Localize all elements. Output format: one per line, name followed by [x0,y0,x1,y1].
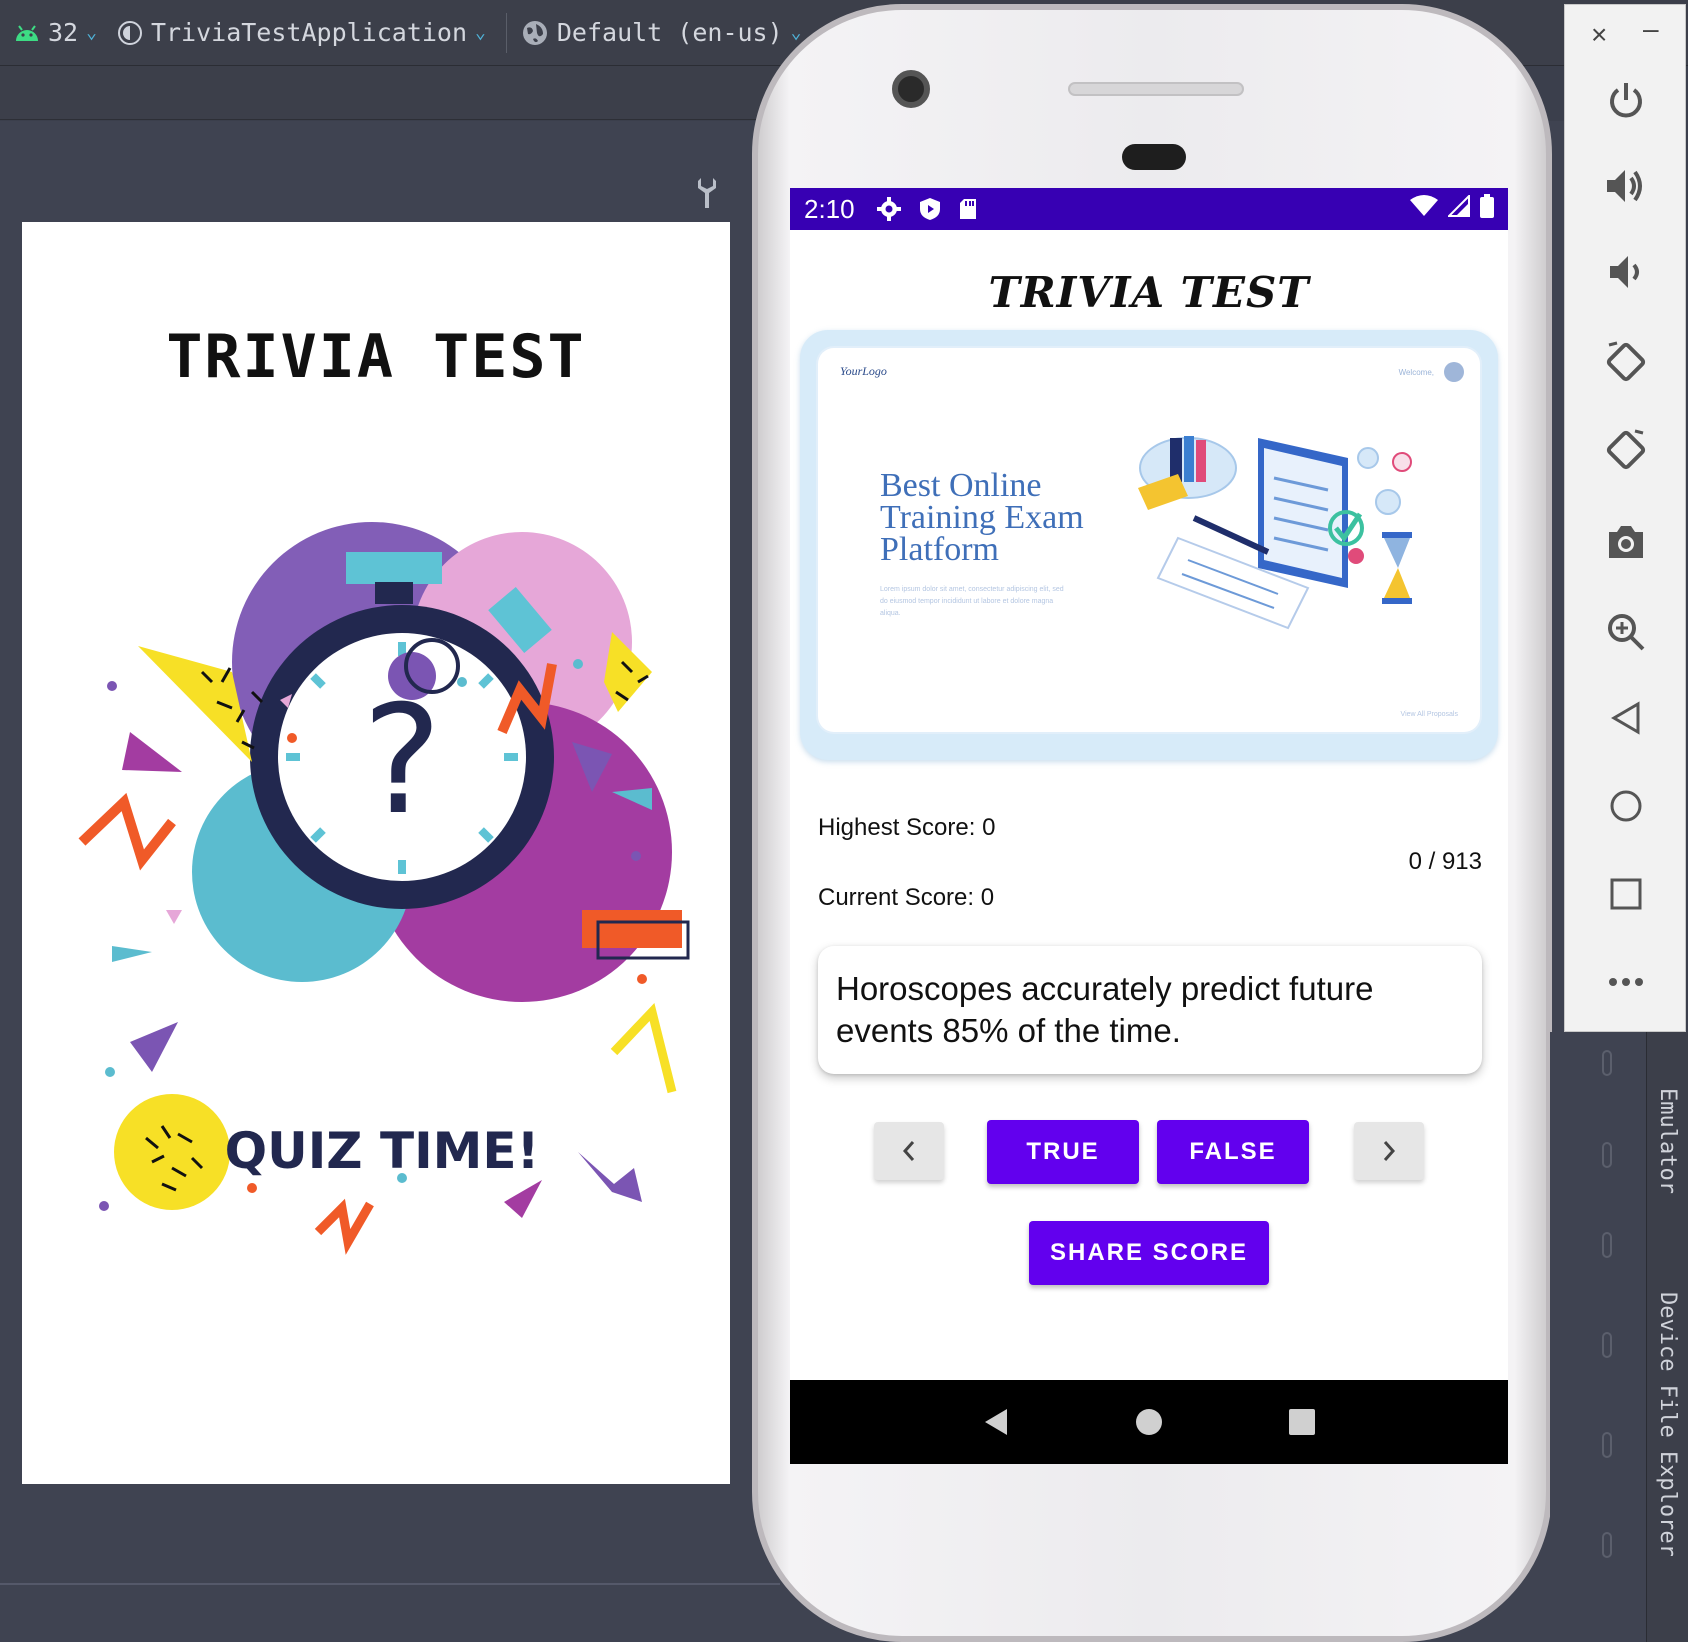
ide-divider [0,1583,780,1585]
layout-preview: TRIVIA TEST ? QUIZ TIME! [22,222,730,1484]
gutter-marker [1602,1332,1612,1358]
back-button[interactable] [1599,691,1653,745]
rotate-right-icon [1606,429,1646,470]
true-button[interactable]: TRUE [987,1120,1139,1184]
camera-icon [1609,526,1643,558]
android-icon [16,24,38,41]
locale-selector[interactable]: Default (en-us) ⌄ [521,18,802,47]
rotate-right-button[interactable] [1599,423,1653,477]
more-icon [1609,978,1643,986]
more-options-button[interactable] [1599,955,1653,1009]
banner-welcome: Welcome, [1398,368,1434,377]
back-triangle-icon [1611,701,1640,735]
power-icon [1610,83,1642,118]
ide-gutter [1550,1032,1646,1642]
earpiece-speaker [1068,82,1244,96]
emulator-tool-tab[interactable]: Emulator [1655,1088,1680,1194]
device-screen: 2:10 TRIVIA TEST YourLogo Welcome, Best … [790,188,1508,1464]
banner-logo: YourLogo [840,364,887,378]
system-navigation-bar [790,1380,1508,1464]
banner-card: YourLogo Welcome, Best Online Training E… [818,348,1480,732]
home-icon[interactable] [1135,1408,1163,1436]
gutter-marker [1602,1432,1612,1458]
sd-card-icon [959,199,976,219]
gutter-marker [1602,1142,1612,1168]
avatar [1444,362,1464,382]
ide-side-tool-strip: Emulator Device File Explorer [1646,1032,1688,1642]
wrench-icon[interactable] [692,176,722,210]
toolbar-divider [505,12,507,53]
quiz-time-label: QUIZ TIME! [225,1122,540,1180]
battery-icon [1480,194,1494,218]
status-time: 2:10 [804,193,855,224]
banner-footer: View All Proposals [1400,711,1458,718]
minimize-icon[interactable]: – [1643,13,1659,45]
app-config-icon [117,20,142,45]
chevron-down-icon: ⌄ [86,22,97,43]
chevron-right-icon [1383,1141,1396,1161]
locale-label: Default (en-us) [556,18,783,47]
ide-secondary-bar [0,66,780,120]
home-button[interactable] [1599,779,1653,833]
app-config-label: TriviaTestApplication [150,18,468,47]
banner-image: YourLogo Welcome, Best Online Training E… [800,330,1498,760]
question-text: Horoscopes accurately predict future eve… [836,970,1374,1049]
gutter-marker [1602,1532,1612,1558]
volume-down-icon [1610,256,1639,288]
gutter-marker [1602,1050,1612,1076]
api-level-label: 32 [48,18,79,47]
next-question-button[interactable] [1354,1122,1424,1180]
app-config-selector[interactable]: TriviaTestApplication ⌄ [117,18,486,47]
volume-up-icon [1607,170,1642,202]
close-icon[interactable]: × [1591,19,1607,51]
signal-icon [1448,195,1470,217]
question-counter: 0 / 913 [1408,848,1482,875]
emulator-toolbar: × – [1564,4,1686,1032]
share-score-button[interactable]: SHARE SCORE [1029,1221,1269,1285]
exam-illustration [1138,436,1412,630]
chevron-left-icon [902,1141,915,1161]
sensor-slot [1122,144,1186,170]
wifi-icon [1410,195,1438,216]
banner-headline: Best Online Training Exam Platform [880,467,1084,568]
home-circle-icon [1610,790,1642,822]
rotate-left-icon [1606,341,1646,382]
back-icon[interactable] [983,1407,1009,1437]
zoom-button[interactable] [1599,605,1653,659]
current-score: Current Score: 0 [818,884,995,911]
globe-icon [522,20,547,45]
screenshot-button[interactable] [1599,515,1653,569]
volume-up-button[interactable] [1599,159,1653,213]
rotate-left-button[interactable] [1599,335,1653,389]
settings-icon [876,197,901,221]
shield-icon [919,198,940,220]
chevron-down-icon: ⌄ [790,22,802,43]
highest-score: Highest Score: 0 [818,814,996,841]
recents-icon[interactable] [1289,1409,1315,1435]
volume-down-button[interactable] [1599,245,1653,299]
device-file-explorer-tab[interactable]: Device File Explorer [1655,1292,1680,1557]
false-button[interactable]: FALSE [1157,1120,1309,1184]
power-button[interactable] [1599,73,1653,127]
gutter-marker [1602,1232,1612,1258]
app-title: TRIVIA TEST [988,268,1310,317]
preview-title: TRIVIA TEST [166,322,586,392]
quiz-time-illustration: ? QUIZ TIME! [78,522,690,1255]
square-icon [1610,878,1642,910]
banner-body-text: Lorem ipsum dolor sit amet, consectetur … [880,586,1064,617]
zoom-in-icon [1608,614,1645,651]
chevron-down-icon: ⌄ [475,22,486,43]
status-bar: 2:10 [790,188,1508,230]
api-level-selector[interactable]: 32 ⌄ [14,18,97,47]
previous-question-button[interactable] [874,1122,944,1180]
overview-button[interactable] [1599,867,1653,921]
front-camera [892,70,930,108]
question-card: Horoscopes accurately predict future eve… [818,946,1482,1074]
question-mark: ? [362,674,442,848]
